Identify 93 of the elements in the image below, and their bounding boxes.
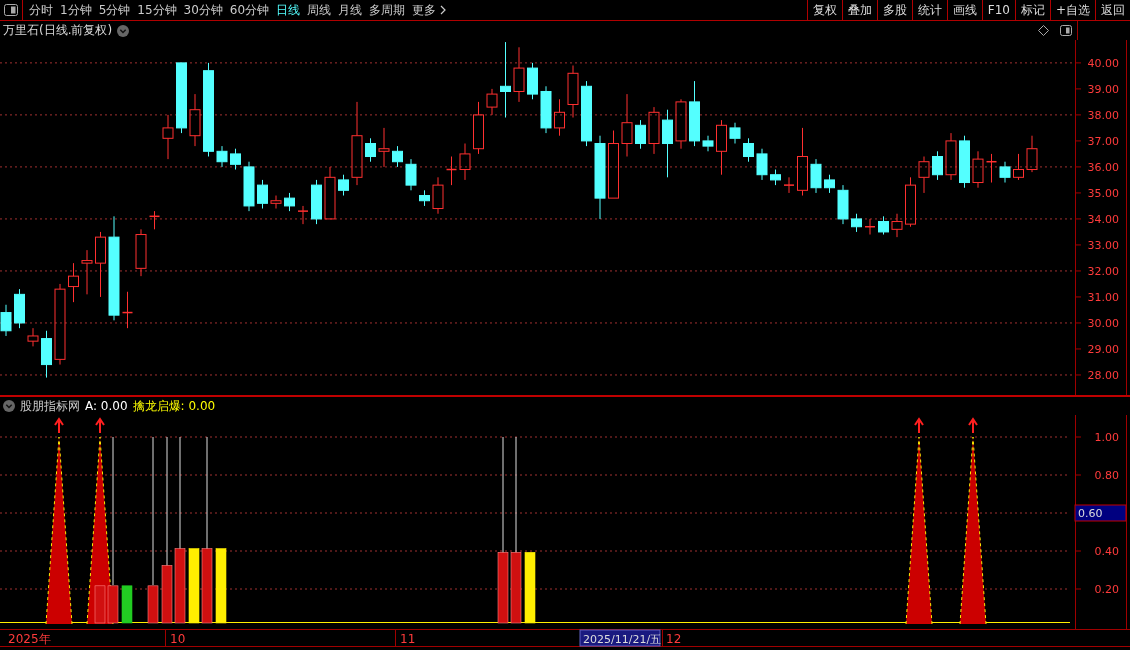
axis-tick-label: 1.00	[1094, 431, 1119, 444]
cursor-value-label: 0.60	[1074, 504, 1127, 522]
candlestick	[743, 137, 754, 163]
axis-tick-label: 36.00	[1087, 160, 1119, 174]
candlestick	[810, 158, 822, 194]
legend-value: 擒龙启爆: 0.00	[132, 397, 216, 415]
candlestick	[68, 262, 79, 303]
axis-tick-label: 28.00	[1087, 368, 1119, 382]
period-tab[interactable]: 多周期	[369, 1, 406, 19]
axis-tick-label: 0.80	[1094, 469, 1119, 482]
axis-tick-label: 33.00	[1087, 238, 1119, 252]
candlestick	[756, 148, 768, 181]
candlestick	[54, 283, 66, 366]
axis-tick-label: 40.00	[1087, 56, 1119, 70]
axis-tick-label: 31.00	[1087, 290, 1119, 304]
period-tab[interactable]: 30分钟	[183, 1, 223, 19]
axis-tick-label: 0.20	[1094, 583, 1119, 596]
candlestick	[540, 85, 552, 134]
candlestick	[378, 127, 390, 168]
candlestick	[797, 127, 808, 197]
candlestick	[297, 205, 309, 225]
candlestick	[702, 135, 714, 152]
period-tab[interactable]: 分时	[29, 1, 53, 19]
period-tab[interactable]: 月线	[338, 1, 363, 19]
candlestick	[473, 101, 484, 155]
date-label: 11	[400, 632, 416, 646]
candlestick	[216, 145, 228, 168]
candlestick	[662, 109, 673, 178]
legend-value: A: 0.00	[85, 399, 128, 413]
chevron-down-icon[interactable]	[3, 400, 15, 412]
chevron-right-icon	[440, 5, 447, 15]
candlestick	[783, 176, 795, 194]
axis-tick-label: 29.00	[1087, 342, 1119, 356]
candlestick	[270, 195, 282, 210]
candlestick	[459, 143, 471, 181]
candlestick	[392, 145, 403, 168]
candlestick	[81, 249, 93, 295]
date-label: 12	[666, 632, 682, 646]
axis-tick-label: 39.00	[1087, 82, 1119, 96]
candlestick	[945, 132, 957, 181]
candlestick	[594, 135, 606, 220]
period-tab[interactable]: 60分钟	[229, 1, 270, 19]
axis-tick-label: 32.00	[1087, 264, 1119, 278]
candlestick	[486, 88, 498, 116]
candlestick	[243, 161, 255, 212]
candlestick	[432, 176, 444, 215]
candlestick	[513, 46, 525, 103]
indicator-name: 股朋指标网	[20, 397, 80, 415]
chart-title: 万里石(日线.前复权)	[3, 22, 113, 39]
chevron-down-icon[interactable]	[117, 24, 130, 37]
candlestick	[999, 161, 1011, 184]
panel-toggle-icon[interactable]	[4, 4, 18, 16]
date-label: 10	[170, 632, 186, 646]
period-tab[interactable]: 日线	[276, 1, 301, 19]
candlestick	[135, 228, 147, 277]
candlestick	[918, 156, 930, 194]
period-tab[interactable]: 1分钟	[60, 1, 92, 19]
axis-tick-label: 35.00	[1087, 186, 1119, 200]
candlestick	[405, 158, 417, 191]
candlestick	[365, 137, 376, 163]
candlestick	[27, 327, 39, 347]
panel-toggle-icon[interactable]	[1060, 25, 1072, 36]
candlestick	[108, 215, 120, 321]
candlestick	[891, 213, 903, 238]
candlestick	[500, 41, 511, 118]
period-tab[interactable]: 15分钟	[137, 1, 177, 19]
axis-tick-label: 34.00	[1087, 212, 1119, 226]
candlestick	[1026, 135, 1038, 173]
period-tab[interactable]: 更多	[412, 1, 447, 19]
candlestick	[716, 119, 727, 176]
candlestick	[189, 93, 201, 147]
axis-tick-label: 37.00	[1087, 134, 1119, 148]
candlestick	[621, 93, 633, 158]
candlestick	[0, 304, 12, 337]
candlestick	[419, 189, 430, 207]
axis-tick-label: 0.40	[1094, 545, 1119, 558]
candlestick	[648, 106, 660, 155]
date-label: 2025年	[8, 632, 51, 646]
candlestick	[567, 64, 579, 118]
diamond-icon[interactable]	[1038, 25, 1049, 36]
date-label: 2025/11/21/五	[579, 629, 662, 647]
candlestick	[675, 98, 687, 150]
period-tab[interactable]: 5分钟	[98, 1, 131, 19]
axis-tick-label: 30.00	[1087, 316, 1119, 330]
candlestick	[837, 184, 849, 225]
period-tab[interactable]: 周线	[307, 1, 332, 19]
candlestick	[351, 101, 363, 186]
candlestick	[729, 122, 741, 145]
candlestick	[162, 114, 174, 160]
candlestick	[635, 119, 646, 150]
candlestick	[932, 150, 943, 181]
candlestick	[972, 150, 984, 189]
axis-tick-label: 38.00	[1087, 108, 1119, 122]
